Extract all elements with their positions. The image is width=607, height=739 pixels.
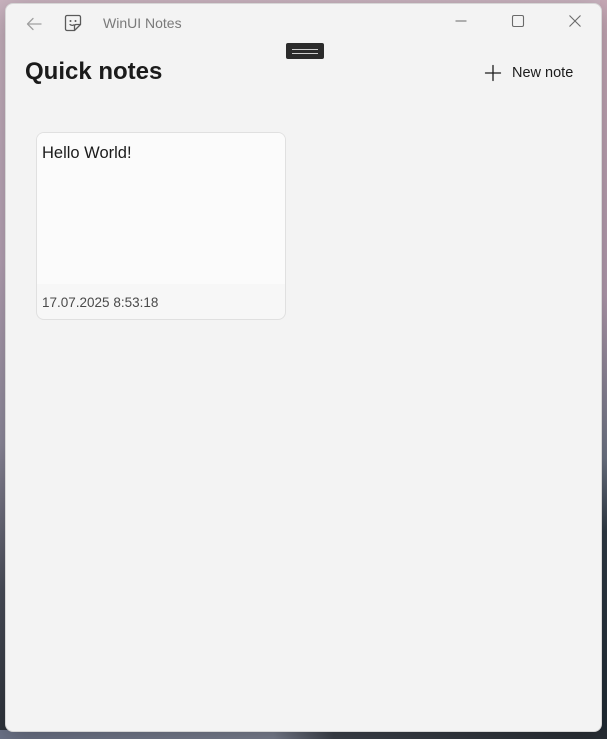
- minimize-button[interactable]: [438, 4, 484, 38]
- plus-icon: [484, 64, 502, 82]
- arrow-left-icon: [26, 17, 42, 31]
- close-icon: [569, 15, 581, 27]
- close-button[interactable]: [552, 4, 598, 38]
- back-button[interactable]: [20, 10, 48, 38]
- title-bar[interactable]: WinUI Notes: [6, 4, 601, 42]
- app-icon: [62, 12, 84, 34]
- note-date: 17.07.2025 8:53:18: [42, 295, 159, 310]
- maximize-button[interactable]: [495, 4, 541, 38]
- note-card[interactable]: Hello World! 17.07.2025 8:53:18: [36, 132, 286, 320]
- window-title: WinUI Notes: [103, 15, 182, 31]
- new-note-button[interactable]: New note: [478, 58, 579, 88]
- drag-handle[interactable]: [286, 43, 324, 59]
- new-note-label: New note: [512, 65, 574, 81]
- sticky-note-icon: [64, 14, 82, 32]
- minimize-icon: [455, 20, 467, 22]
- page-title: Quick notes: [25, 58, 163, 85]
- app-window: WinUI Notes Quick notes New note Hello W…: [5, 3, 602, 732]
- maximize-icon: [511, 14, 525, 28]
- note-text: Hello World!: [42, 144, 132, 162]
- note-content: Hello World!: [37, 133, 285, 284]
